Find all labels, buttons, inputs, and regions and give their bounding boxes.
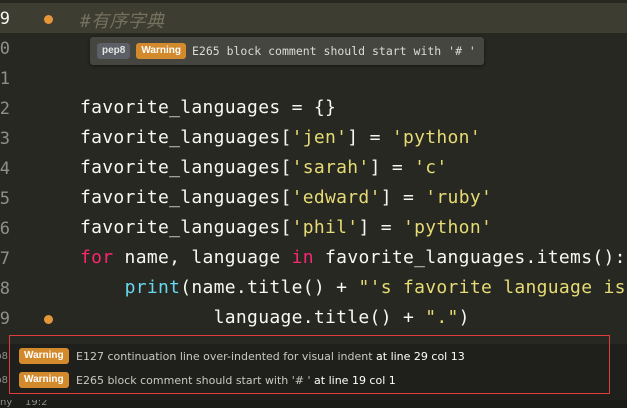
code-token: favorite_languages = {} [80,97,337,118]
code-token: in [291,247,314,268]
code-token: favorite_languages[ [80,187,292,208]
line-number: 3 [0,129,10,149]
line-number: 9 [0,9,10,29]
line-number: 8 [0,279,10,299]
code-line[interactable]: 4 favorite_languages['sarah'] = 'c' [0,153,627,183]
message-location-link[interactable]: at line 19 col 1 [311,374,396,387]
line-number: 6 [0,219,10,239]
code-text: favorite_languages = {} [80,97,336,118]
code-token: ] = [369,157,415,178]
linter-message-row[interactable]: p8 Warning E265 block comment should sta… [0,370,620,390]
code-line[interactable]: 1 [0,63,627,93]
line-number: 0 [0,39,10,59]
line-number: 1 [0,69,10,89]
linter-message-text: E127 continuation line over-indented for… [76,350,465,363]
code-token: 'python' [391,127,481,148]
lint-tooltip: pep8 Warning E265 block comment should s… [90,37,484,65]
code-token: name, language [113,247,292,268]
code-line[interactable]: 3 favorite_languages['jen'] = 'python' [0,123,627,153]
code-token: favorite_languages[ [80,157,292,178]
cursor-position: ny 19:2 [0,400,48,408]
code-line[interactable]: 6 favorite_languages['phil'] = 'python' [0,213,627,243]
code-token: 'edward' [291,187,381,208]
linter-source-label: p8 [0,374,8,386]
code-token: for [80,247,114,268]
code-line[interactable]: 9 #有序字典 [0,3,627,33]
code-token: ) [458,307,470,328]
code-token: language.title() + [80,307,426,328]
code-text: for name, language in favorite_languages… [80,247,626,268]
code-line[interactable]: 2 favorite_languages = {} [0,93,627,123]
code-text: print(name.title() + "'s favorite langua… [80,277,626,298]
code-text: favorite_languages['jen'] = 'python' [80,127,481,148]
warning-badge: Warning [136,43,186,59]
code-token: "." [425,307,459,328]
code-text: favorite_languages['phil'] = 'python' [80,217,492,238]
lint-marker-icon[interactable] [44,315,53,324]
code-token: 'c' [414,157,448,178]
code-token: favorite_languages.items(): [313,247,626,268]
code-token: print [124,277,181,298]
code-token: ] = [347,127,392,148]
code-line[interactable]: 7 for name, language in favorite_language… [0,243,627,273]
line-number: 7 [0,249,10,269]
message-location-link[interactable]: at line 29 col 13 [373,350,465,363]
line-number: 4 [0,159,10,179]
line-number: 2 [0,99,10,119]
code-text: #有序字典 [80,7,164,33]
code-token: "'s favorite language is [358,277,626,298]
code-token: favorite_languages[ [80,217,292,238]
code-token: ] = [358,217,403,238]
code-token: #有序字典 [80,11,165,32]
message-body: E265 block comment should start with '# … [76,373,311,387]
message-body: E127 continuation line over-indented for… [76,349,373,363]
code-token: 'python' [403,217,493,238]
line-number: 9 [0,309,10,329]
status-bar: ny 19:2 [0,400,627,408]
code-line[interactable]: 5 favorite_languages['edward'] = 'ruby' [0,183,627,213]
code-token: favorite_languages[ [80,127,292,148]
tooltip-message: E265 block comment should start with '# … [191,44,476,58]
code-token: 'ruby' [425,187,493,208]
code-token: (name.title() + [180,277,359,298]
code-token: ] = [380,187,426,208]
code-line[interactable]: 9 language.title() + ".") [0,303,627,333]
warning-badge: Warning [19,348,69,364]
code-text: favorite_languages['sarah'] = 'c' [80,157,448,178]
code-line[interactable]: 8 print(name.title() + "'s favorite lang… [0,273,627,303]
warning-badge: Warning [19,372,69,388]
code-text: language.title() + ".") [80,307,470,328]
line-number: 5 [0,189,10,209]
code-text: favorite_languages['edward'] = 'ruby' [80,187,492,208]
linter-message-row[interactable]: p8 Warning E127 continuation line over-i… [0,346,620,366]
linter-source-badge: pep8 [97,43,131,59]
linter-message-text: E265 block comment should start with '# … [76,374,396,387]
lint-marker-icon[interactable] [44,15,53,24]
code-token: 'phil' [291,217,359,238]
code-token: 'sarah' [291,157,370,178]
code-token: 'jen' [291,127,348,148]
linter-source-label: p8 [0,350,8,362]
